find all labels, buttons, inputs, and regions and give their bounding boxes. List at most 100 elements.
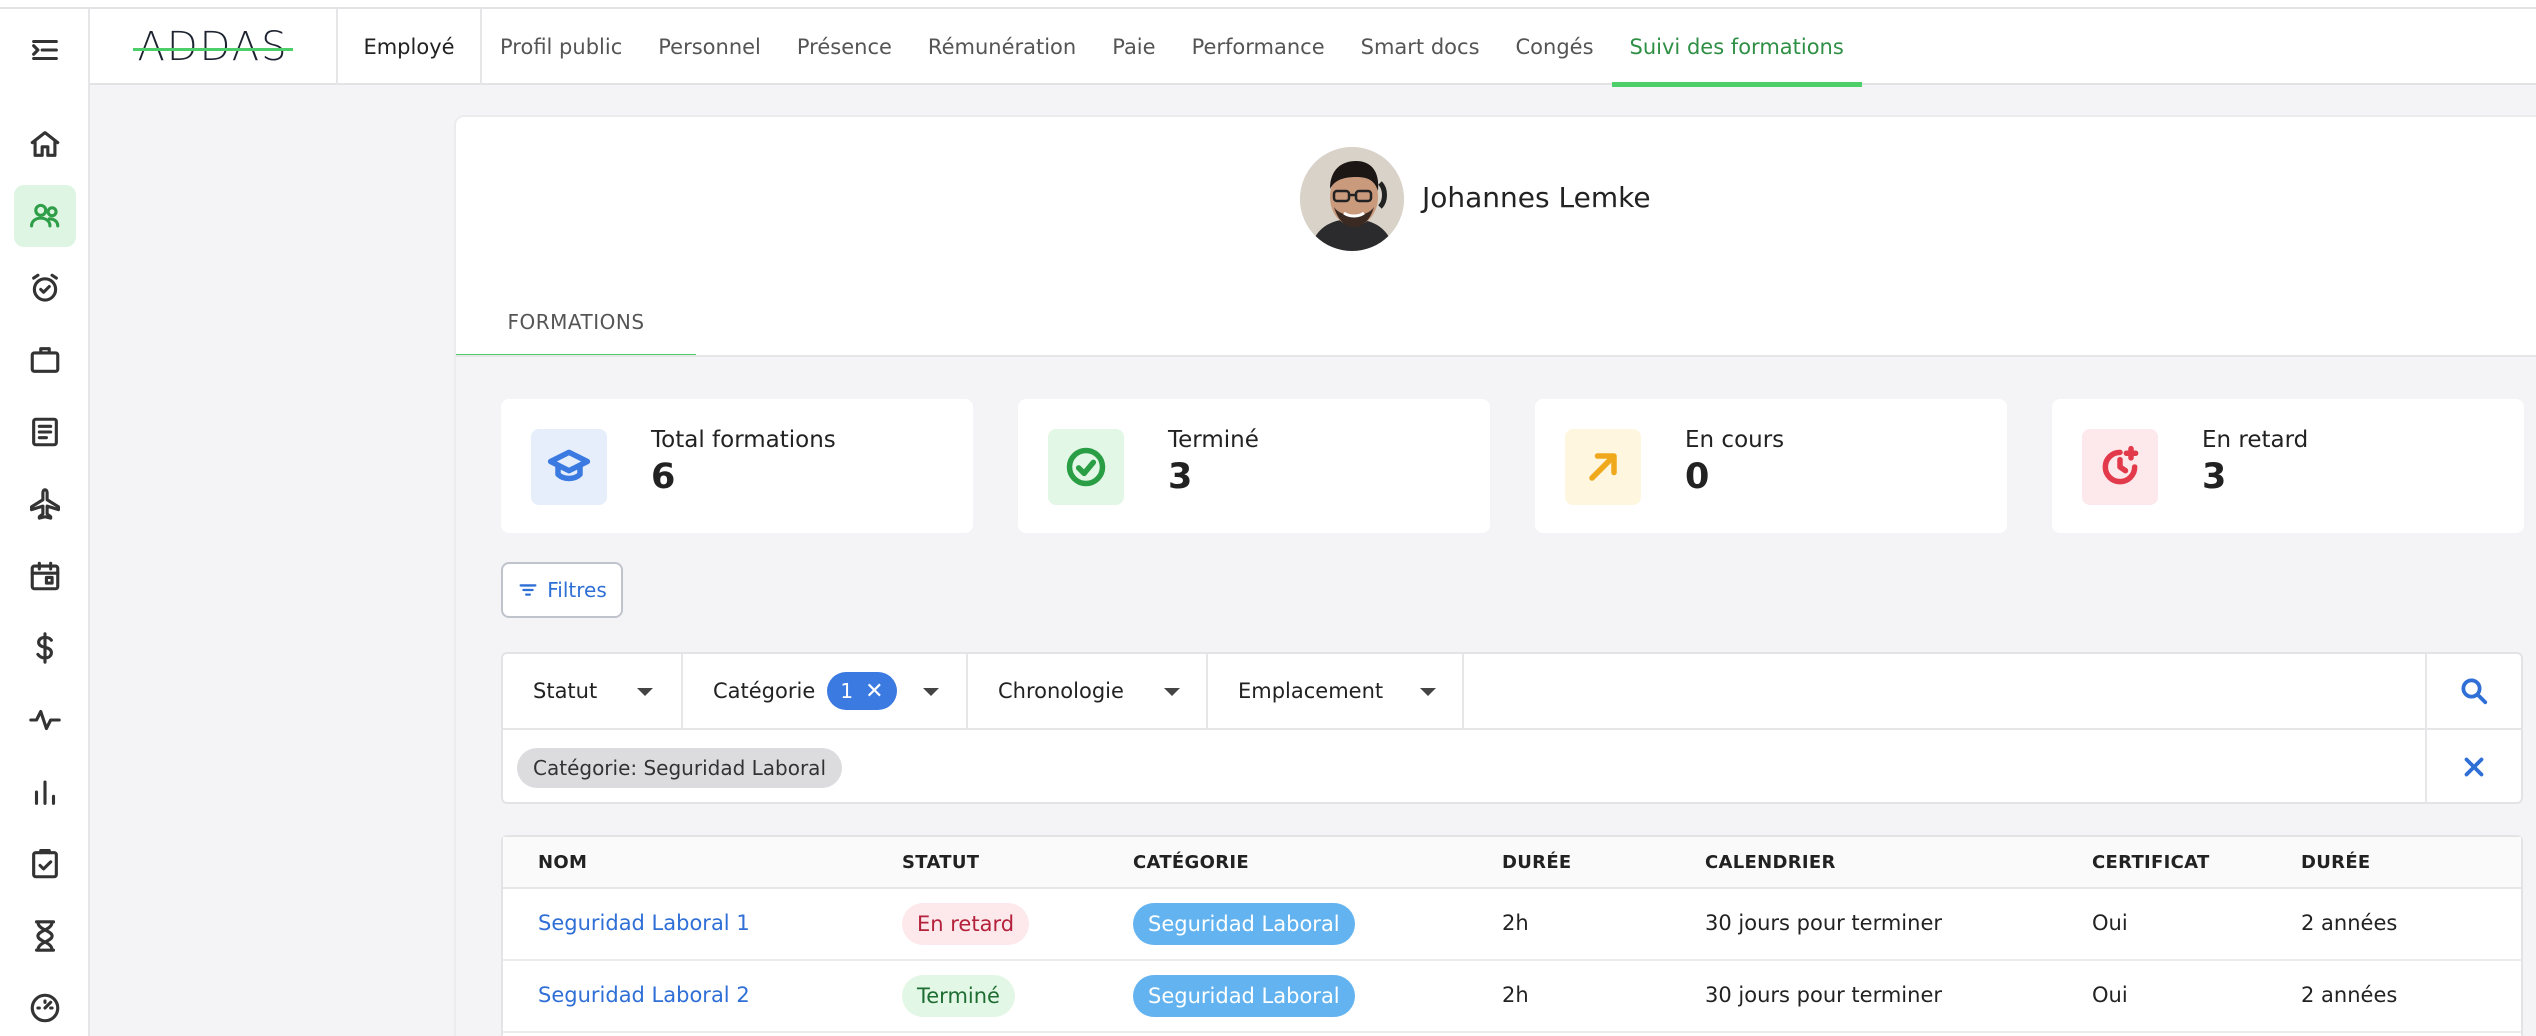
search-icon xyxy=(2461,678,2488,705)
tab-paie[interactable]: Paie xyxy=(1094,9,1173,85)
duration-cell: 2h xyxy=(1502,983,1529,1007)
sidebar-item-documents[interactable] xyxy=(14,401,76,463)
table-header: NOM STATUT CATÉGORIE DURÉE CALENDRIER CE… xyxy=(503,837,2521,889)
certificate-cell: Oui xyxy=(2092,911,2128,935)
stat-icon-box xyxy=(1048,429,1124,505)
dropdown-label: Catégorie xyxy=(713,679,816,703)
stat-icon-box xyxy=(531,429,607,505)
stat-card-late: En retard 3 xyxy=(2052,399,2524,533)
column-header[interactable]: DURÉE xyxy=(1502,852,1572,873)
employee-name: Johannes Lemke xyxy=(1422,181,1651,214)
close-icon[interactable]: ✕ xyxy=(865,679,883,704)
sidebar xyxy=(0,9,90,1036)
column-header[interactable]: CERTIFICAT xyxy=(2092,852,2210,873)
sidebar-item-jobs[interactable] xyxy=(14,329,76,391)
category-count-chip[interactable]: 1 ✕ xyxy=(827,672,897,710)
top-navigation: ADDAS Employé Profil public Personnel Pr… xyxy=(90,9,2536,87)
validity-cell: 2 années xyxy=(2301,983,2398,1007)
tab-personnel[interactable]: Personnel xyxy=(640,9,779,85)
close-icon xyxy=(2464,757,2484,777)
table-row[interactable]: Seguridad Laboral 1 En retard Seguridad … xyxy=(503,889,2521,961)
sidebar-item-calendar[interactable] xyxy=(14,545,76,607)
dollar-icon xyxy=(36,632,53,664)
clock-alert-icon xyxy=(2102,445,2139,485)
bar-chart-icon xyxy=(34,780,56,805)
training-name-link[interactable]: Seguridad Laboral 2 xyxy=(538,983,750,1007)
speedometer-icon xyxy=(30,993,60,1023)
logo[interactable]: ADDAS xyxy=(90,9,338,85)
sidebar-item-travel[interactable] xyxy=(14,473,76,535)
clear-filters-button[interactable] xyxy=(2425,730,2521,804)
profile-header: Johannes Lemke FORMATIONS xyxy=(456,117,2536,359)
sidebar-item-timesheet[interactable] xyxy=(14,905,76,967)
stat-label: En retard xyxy=(2202,427,2309,453)
sidebar-item-payroll[interactable] xyxy=(14,617,76,679)
menu-collapse-button[interactable] xyxy=(14,19,76,81)
tab-suivi-formations[interactable]: Suivi des formations xyxy=(1611,9,1863,87)
filters-button[interactable]: Filtres xyxy=(501,562,623,618)
dropdown-label: Emplacement xyxy=(1238,679,1384,703)
active-filter-chip[interactable]: Catégorie: Seguridad Laboral xyxy=(517,748,842,788)
chevron-down-icon xyxy=(637,688,653,696)
sidebar-item-reports[interactable] xyxy=(14,761,76,823)
status-badge: En retard xyxy=(902,903,1030,945)
tab-remuneration[interactable]: Rémunération xyxy=(910,9,1094,85)
stat-value: 6 xyxy=(651,457,676,497)
users-icon xyxy=(29,203,60,228)
column-header[interactable]: STATUT xyxy=(902,852,979,873)
tab-formations[interactable]: FORMATIONS xyxy=(456,287,696,359)
avatar xyxy=(1300,147,1404,251)
calendar-cell: 30 jours pour terminer xyxy=(1705,911,1943,935)
column-header[interactable]: CALENDRIER xyxy=(1705,852,1836,873)
sidebar-item-attendance[interactable] xyxy=(14,257,76,319)
category-badge: Seguridad Laboral xyxy=(1133,903,1355,945)
tab-smart-docs[interactable]: Smart docs xyxy=(1343,9,1498,85)
filters-button-label: Filtres xyxy=(547,578,607,602)
status-badge: Terminé xyxy=(902,975,1015,1017)
dropdown-chronologie[interactable]: Chronologie xyxy=(968,654,1208,728)
menu-collapse-icon xyxy=(32,39,58,61)
dropdown-categorie[interactable]: Catégorie 1 ✕ xyxy=(683,654,968,728)
column-header[interactable]: NOM xyxy=(538,852,587,873)
trainings-table: NOM STATUT CATÉGORIE DURÉE CALENDRIER CE… xyxy=(501,835,2523,1036)
stat-value: 3 xyxy=(1168,457,1193,497)
sidebar-item-dashboard[interactable] xyxy=(14,977,76,1036)
sidebar-item-employees[interactable] xyxy=(14,185,76,247)
count-value: 1 xyxy=(840,679,854,703)
chevron-down-icon xyxy=(1164,688,1180,696)
validity-cell: 2 années xyxy=(2301,911,2398,935)
alarm-clock-icon xyxy=(32,273,58,302)
search-button[interactable] xyxy=(2425,654,2521,728)
sidebar-item-activity[interactable] xyxy=(14,689,76,751)
stat-label: Total formations xyxy=(651,427,836,453)
tab-presence[interactable]: Présence xyxy=(779,9,910,85)
column-header[interactable]: DURÉE xyxy=(2301,852,2371,873)
tab-conges[interactable]: Congés xyxy=(1498,9,1612,85)
stat-icon-box xyxy=(2082,429,2158,505)
duration-cell: 2h xyxy=(1502,911,1529,935)
sidebar-item-home[interactable] xyxy=(14,113,76,175)
tab-performance[interactable]: Performance xyxy=(1174,9,1343,85)
stat-value: 3 xyxy=(2202,457,2227,497)
tab-profil-public[interactable]: Profil public xyxy=(482,9,640,85)
dropdown-label: Chronologie xyxy=(998,679,1124,703)
column-header[interactable]: CATÉGORIE xyxy=(1133,852,1249,873)
dropdown-label: Statut xyxy=(533,679,598,703)
chevron-down-icon xyxy=(1420,688,1436,696)
stat-label: En cours xyxy=(1685,427,1785,453)
calendar-cell: 30 jours pour terminer xyxy=(1705,983,1943,1007)
sidebar-item-tasks[interactable] xyxy=(14,833,76,895)
calendar-icon xyxy=(30,561,60,591)
training-name-link[interactable]: Seguridad Laboral 1 xyxy=(538,911,750,935)
filter-bar: Statut Catégorie 1 ✕ Chronologie Emplace… xyxy=(501,652,2523,804)
stat-card-done: Terminé 3 xyxy=(1018,399,1490,533)
logo-text: ADDAS xyxy=(133,24,293,70)
category-badge: Seguridad Laboral xyxy=(1133,975,1355,1017)
table-row[interactable]: Seguridad Laboral 2 Terminé Seguridad La… xyxy=(503,961,2521,1033)
clipboard-check-icon xyxy=(32,848,58,879)
stat-card-in-progress: En cours 0 xyxy=(1535,399,2007,533)
dropdown-statut[interactable]: Statut xyxy=(503,654,683,728)
home-icon xyxy=(30,131,60,157)
stat-label: Terminé xyxy=(1168,427,1259,453)
dropdown-emplacement[interactable]: Emplacement xyxy=(1208,654,1464,728)
